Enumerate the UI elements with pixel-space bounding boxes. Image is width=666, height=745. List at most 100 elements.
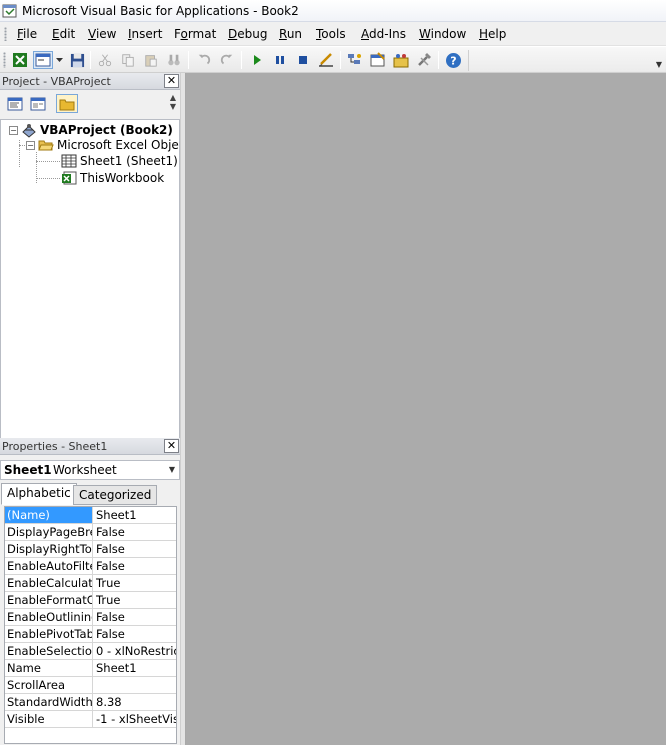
toolbar-separator <box>188 51 189 69</box>
toolbar-grip[interactable] <box>3 52 6 68</box>
toolbar-overflow[interactable]: ▼ <box>468 50 665 71</box>
project-explorer-icon <box>348 54 361 64</box>
cut-button[interactable] <box>96 51 114 69</box>
view-code-button[interactable] <box>5 94 25 113</box>
find-button[interactable] <box>165 51 183 69</box>
toolbar-separator <box>438 51 439 69</box>
undo-button[interactable] <box>195 51 213 69</box>
paste-icon <box>145 55 157 67</box>
property-row[interactable]: DisplayPageBreaksFalse <box>5 524 176 541</box>
property-name: EnablePivotTable <box>7 626 93 642</box>
property-row[interactable]: StandardWidth 8.38 <box>5 694 176 711</box>
property-value[interactable]: False <box>94 609 176 625</box>
property-row[interactable]: Visible-1 - xlSheetVisible <box>5 711 176 728</box>
view-object-button[interactable] <box>28 94 48 113</box>
menu-insert[interactable]: Insert <box>128 27 162 41</box>
property-value[interactable] <box>94 677 176 693</box>
menu-tools[interactable]: Tools <box>316 27 346 41</box>
project-pane-close-button[interactable]: ✕ <box>164 74 179 88</box>
property-row[interactable]: EnablePivotTableFalse <box>5 626 176 643</box>
project-explorer-button[interactable] <box>346 51 364 69</box>
paste-button[interactable] <box>142 51 160 69</box>
redo-button[interactable] <box>218 51 236 69</box>
reset-button[interactable] <box>294 51 312 69</box>
menu-edit[interactable]: Edit <box>52 27 75 41</box>
menu-help[interactable]: Help <box>479 27 506 41</box>
scissors-icon <box>98 54 112 67</box>
tree-connector <box>36 161 60 162</box>
property-value[interactable]: False <box>94 524 176 540</box>
property-row[interactable]: DisplayRightToLeftFalse <box>5 541 176 558</box>
collapse-icon[interactable]: − <box>9 125 18 135</box>
property-name: ScrollArea <box>5 677 93 693</box>
property-value[interactable]: Sheet1 <box>94 660 176 676</box>
tree-node-thisworkbook[interactable]: ThisWorkbook <box>61 171 164 185</box>
property-name: EnableAutoFilter <box>7 558 93 574</box>
design-mode-button[interactable] <box>317 51 335 69</box>
menu-run[interactable]: Run <box>279 27 302 41</box>
property-value[interactable]: 0 - xlNoRestrictions <box>94 643 176 659</box>
property-row[interactable]: ScrollArea <box>5 677 176 694</box>
code-workspace[interactable] <box>186 73 666 745</box>
menu-window[interactable]: Window <box>419 27 466 41</box>
undo-icon <box>198 54 211 65</box>
project-pane-toolbar: ▲ ▼ <box>0 90 180 118</box>
property-value[interactable]: True <box>94 592 176 608</box>
tab-alphabetic[interactable]: Alphabetic <box>1 483 77 505</box>
tree-node-project[interactable]: − VBAProject (Book2) <box>9 122 173 138</box>
insert-dropdown-button[interactable] <box>54 51 64 69</box>
menu-add-ins[interactable]: Add-Ins <box>361 27 406 41</box>
property-row[interactable]: EnableFormatConditionsCalculationTrue <box>5 592 176 609</box>
project-name: VBAProject (Book2) <box>40 123 173 137</box>
stop-icon <box>299 56 307 64</box>
property-row[interactable]: EnableCalculationTrue <box>5 575 176 592</box>
tree-node-sheet1[interactable]: Sheet1 (Sheet1) <box>61 154 178 168</box>
run-button[interactable] <box>248 51 266 69</box>
toolbox-button[interactable] <box>415 51 433 69</box>
property-value[interactable]: False <box>94 541 176 557</box>
property-value[interactable]: False <box>94 626 176 642</box>
collapse-icon[interactable]: − <box>26 140 35 150</box>
property-value[interactable]: -1 - xlSheetVisible <box>94 711 176 727</box>
standard-toolbar: ? ▼ <box>0 47 666 73</box>
chevron-down-icon[interactable]: ▼ <box>169 465 175 474</box>
object-browser-button[interactable] <box>392 51 410 69</box>
insert-userform-button[interactable] <box>33 51 53 69</box>
property-value[interactable]: True <box>94 575 176 591</box>
vba-app-icon <box>2 4 17 18</box>
property-value[interactable]: False <box>94 558 176 574</box>
workbook-icon <box>62 171 77 185</box>
object-selector[interactable]: Sheet1 Worksheet ▼ <box>0 460 180 480</box>
toggle-folders-button[interactable] <box>56 94 78 113</box>
view-excel-button[interactable] <box>11 51 29 69</box>
property-value[interactable]: 8.38 <box>94 694 176 710</box>
project-toolbar-overflow[interactable]: ▲ ▼ <box>168 93 178 115</box>
properties-pane-close-button[interactable]: ✕ <box>164 439 179 453</box>
menu-debug[interactable]: Debug <box>228 27 267 41</box>
save-button[interactable] <box>68 51 86 69</box>
project-pane-title: Project - VBAProject <box>2 75 111 88</box>
tree-item-label: ThisWorkbook <box>80 171 165 185</box>
property-row[interactable]: EnableOutlining False <box>5 609 176 626</box>
object-name: Sheet1 <box>4 463 52 477</box>
menu-grip[interactable] <box>4 27 7 41</box>
help-button[interactable]: ? <box>444 51 462 69</box>
property-row[interactable]: EnableAutoFilter False <box>5 558 176 575</box>
property-name: DisplayRightToLeft <box>7 541 93 557</box>
property-row[interactable]: EnableSelection0 - xlNoRestrictions <box>5 643 176 660</box>
folder-open-icon <box>38 140 54 151</box>
view-object-icon <box>30 97 46 110</box>
menu-file[interactable]: File <box>17 27 37 41</box>
properties-window-button[interactable] <box>369 51 387 69</box>
menu-format[interactable]: Format <box>174 27 216 41</box>
property-name: EnableSelection <box>7 643 93 659</box>
tab-categorized[interactable]: Categorized <box>73 485 158 505</box>
property-row[interactable]: (Name) Sheet1 <box>5 507 176 524</box>
copy-button[interactable] <box>119 51 137 69</box>
toolbar-separator <box>90 51 91 69</box>
tree-node-folder[interactable]: − Microsoft Excel Objects <box>26 138 179 152</box>
menu-view[interactable]: View <box>88 27 116 41</box>
property-value[interactable]: Sheet1 <box>94 507 176 523</box>
break-button[interactable] <box>271 51 289 69</box>
property-row[interactable]: Name Sheet1 <box>5 660 176 677</box>
